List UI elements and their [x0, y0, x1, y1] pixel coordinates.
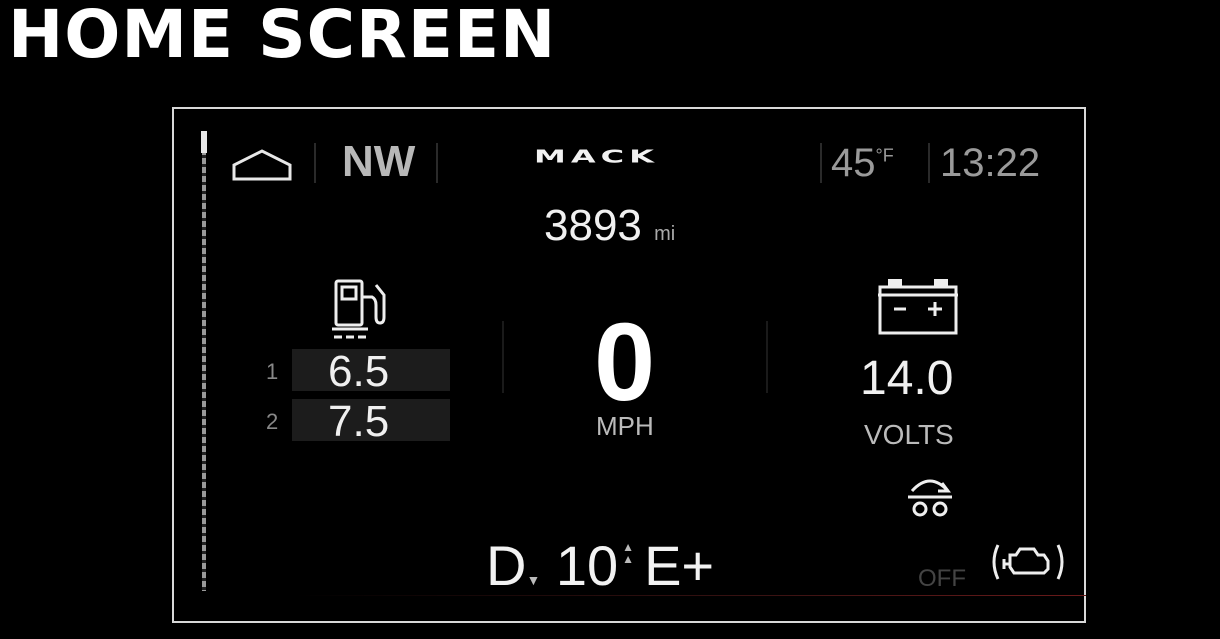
- fuel-row-value: 7.5: [328, 397, 390, 446]
- bottom-accent-line: [294, 595, 1086, 596]
- battery-icon: [878, 279, 958, 335]
- fuel-row-1: 1 6.5: [254, 347, 454, 396]
- speed-value: 0: [594, 301, 656, 424]
- home-icon[interactable]: [230, 145, 294, 185]
- mode-down-arrow-icon: ▼: [526, 572, 541, 588]
- compass-heading: NW: [342, 137, 416, 186]
- fuel-row-value: 6.5: [328, 347, 390, 396]
- engine-status-label: OFF: [918, 565, 966, 592]
- dashboard-screen: NW MACK 45°F 13:22 3893 mi 1 6.5 2 7.5 0…: [172, 107, 1086, 623]
- check-engine-icon: [992, 544, 1064, 580]
- fuel-row-index: 2: [266, 409, 279, 434]
- gear-shift-arrows-icon: ▲ ▲: [622, 540, 635, 566]
- fuel-row-2: 2 7.5: [254, 397, 454, 446]
- odometer-value: 3893: [544, 201, 642, 250]
- outside-temperature: 45°F: [831, 141, 894, 186]
- left-rail-indicator: [201, 131, 207, 591]
- speed-unit: MPH: [596, 411, 654, 441]
- clock: 13:22: [940, 141, 1041, 185]
- battery-voltage: 14.0: [860, 352, 954, 405]
- battery-unit: VOLTS: [864, 419, 954, 450]
- odometer: 3893 mi: [544, 201, 675, 251]
- engine-brake-icon: [908, 479, 952, 517]
- temperature-unit: °F: [875, 145, 894, 166]
- gear-setting: E+: [644, 534, 715, 597]
- gear-mode: D: [486, 534, 527, 597]
- brand-logo: MACK: [534, 146, 659, 167]
- fuel-row-index: 1: [266, 359, 279, 384]
- temperature-value: 45: [831, 141, 876, 185]
- transmission-display: D▼ 10 ▲ ▲ E+: [486, 533, 714, 598]
- fuel-pump-icon: [332, 279, 386, 339]
- gear-number: 10: [555, 534, 619, 597]
- odometer-unit: mi: [654, 223, 676, 245]
- page-title: HOME SCREEN: [8, 0, 557, 73]
